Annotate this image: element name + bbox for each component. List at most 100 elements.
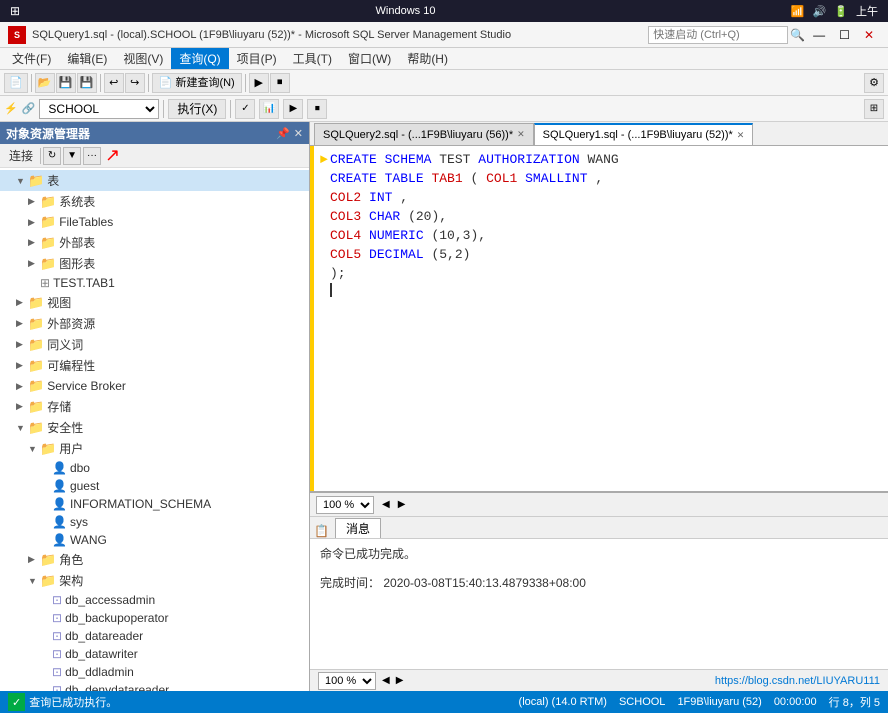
tree-item-db-datareader[interactable]: ⊡ db_datareader [0,627,309,645]
expand-icon-filetables[interactable]: ▶ [28,217,40,228]
tree-item-security[interactable]: ▼ 📁 安全性 [0,417,309,438]
tree-item-external-tables[interactable]: ▶ 📁 外部表 [0,232,309,253]
expand-icon-storage[interactable]: ▶ [16,401,28,412]
tree-item-roles[interactable]: ▶ 📁 角色 [0,549,309,570]
expand-icon-views[interactable]: ▶ [16,297,28,308]
tree-item-graph-tables[interactable]: ▶ 📁 图形表 [0,253,309,274]
tree-item-guest[interactable]: 👤 guest [0,477,309,495]
parse-btn[interactable]: ✓ [235,99,255,119]
tree-item-db-backupoperator[interactable]: ⊡ db_backupoperator [0,609,309,627]
toolbar-extra1[interactable]: ⚙ [864,73,884,93]
new-query-text-btn[interactable]: 📄 新建查询(N) [152,73,242,93]
tree-item-synonyms[interactable]: ▶ 📁 同义词 [0,334,309,355]
tab-sqlquery1-close[interactable]: ✕ [737,130,745,141]
cancel-btn[interactable]: ⏹ [307,99,327,119]
folder-icon-sb: 📁 [28,378,44,394]
expand-icon-ext-resources[interactable]: ▶ [16,318,28,329]
tree-item-storage[interactable]: ▶ 📁 存储 [0,396,309,417]
tree-item-tables[interactable]: ▼ 📁 表 [0,170,309,191]
expand-icon-synonyms[interactable]: ▶ [16,339,28,350]
undo-btn[interactable]: ↩ [104,73,124,93]
explorer-filter-btn[interactable]: ▼ [63,147,81,165]
expand-icon-external[interactable]: ▶ [28,237,40,248]
explorer-more-btn[interactable]: ··· [83,147,101,165]
code-editor[interactable]: ► CREATE SCHEMA TEST AUTHORIZATION WANG … [310,146,888,491]
menu-edit[interactable]: 编辑(E) [59,48,115,69]
result-footer: 100 % ◀ ▶ https://blog.csdn.net/LIUYARU1… [310,669,888,691]
toolbar2-extra1[interactable]: ⊞ [864,99,884,119]
tree-item-test-tab1[interactable]: ⊞ TEST.TAB1 [0,274,309,292]
object-explorer-panel: 对象资源管理器 📌 ✕ 连接 ↻ ▼ ··· ↗ ▼ 📁 表 [0,122,310,691]
tree-item-schemas[interactable]: ▼ 📁 架构 [0,570,309,591]
tree-item-info-schema[interactable]: 👤 INFORMATION_SCHEMA [0,495,309,513]
tree-item-db-ddladmin[interactable]: ⊡ db_ddladmin [0,663,309,681]
editor-zoom-selector[interactable]: 100 % [316,496,374,514]
expand-icon-roles[interactable]: ▶ [28,554,40,565]
folder-icon-ext-resources: 📁 [28,316,44,332]
explorer-pin-icon[interactable]: 📌 [276,127,290,140]
result-zoom-selector[interactable]: 100 % [318,672,376,690]
result-scroll-left[interactable]: ◀ [382,675,390,686]
scroll-right-icon[interactable]: ▶ [398,499,406,510]
win-start-icon[interactable]: ⊞ [10,4,20,18]
open-btn[interactable]: 📂 [35,73,55,93]
menu-help[interactable]: 帮助(H) [399,48,456,69]
guest-label: guest [70,479,99,493]
expand-icon-graph[interactable]: ▶ [28,258,40,269]
expand-icon-sb[interactable]: ▶ [16,381,28,392]
tab-sqlquery2-close[interactable]: ✕ [517,129,525,140]
redo-btn[interactable]: ↪ [125,73,145,93]
tab-sqlquery1[interactable]: SQLQuery1.sql - (...1F9B\liuyaru (52))* … [534,123,754,145]
close-btn[interactable]: ✕ [858,26,880,44]
menu-window[interactable]: 窗口(W) [340,48,399,69]
expand-icon-security[interactable]: ▼ [16,423,28,433]
tree-item-programmability[interactable]: ▶ 📁 可编程性 [0,355,309,376]
scroll-left-icon[interactable]: ◀ [382,499,390,510]
result-scroll-right[interactable]: ▶ [396,675,404,686]
expand-icon-tables[interactable]: ▼ [16,176,28,186]
exec-button[interactable]: 执行(X) [168,99,226,119]
save-btn[interactable]: 💾 [56,73,76,93]
menu-project[interactable]: 项目(P) [229,48,285,69]
tree-item-service-broker[interactable]: ▶ 📁 Service Broker [0,376,309,396]
search-icon[interactable]: 🔍 [790,28,805,42]
menu-view[interactable]: 视图(V) [115,48,171,69]
tree-item-dbo[interactable]: 👤 dbo [0,459,309,477]
tab-sqlquery2[interactable]: SQLQuery2.sql - (...1F9B\liuyaru (56))* … [314,123,534,145]
tree-item-views[interactable]: ▶ 📁 视图 [0,292,309,313]
debug-btn[interactable]: ▶ [249,73,269,93]
expand-icon-users[interactable]: ▼ [28,444,40,454]
save-all-btn[interactable]: 💾 [77,73,97,93]
display-results-btn[interactable]: 📊 [259,99,279,119]
tree-item-sys[interactable]: 👤 sys [0,513,309,531]
stop-btn[interactable]: ⏹ [270,73,290,93]
tree-item-system-tables[interactable]: ▶ 📁 系统表 [0,191,309,212]
maximize-btn[interactable]: ☐ [833,26,856,44]
run-btn[interactable]: ▶ [283,99,303,119]
menu-file[interactable]: 文件(F) [4,48,59,69]
explorer-refresh-btn[interactable]: ↻ [43,147,61,165]
folder-icon-system-tables: 📁 [40,194,56,210]
tree-item-users[interactable]: ▼ 📁 用户 [0,438,309,459]
minimize-btn[interactable]: — [807,26,831,44]
expand-icon-system-tables[interactable]: ▶ [28,196,40,207]
line-content-6: COL5 DECIMAL (5,2) [330,245,470,264]
tree-item-db-denydatareader[interactable]: ⊡ db_denydatareader [0,681,309,691]
tree-item-wang[interactable]: 👤 WANG [0,531,309,549]
connect-label[interactable]: 连接 [4,146,38,165]
result-tab-messages[interactable]: 消息 [335,518,381,538]
tree-item-external-resources[interactable]: ▶ 📁 外部资源 [0,313,309,334]
explorer-close-icon[interactable]: ✕ [294,127,303,140]
roles-label: 角色 [59,551,83,568]
expand-icon-schemas[interactable]: ▼ [28,576,40,586]
menu-tools[interactable]: 工具(T) [285,48,340,69]
db-ddladmin-label: db_ddladmin [65,665,134,679]
tree-item-db-datawriter[interactable]: ⊡ db_datawriter [0,645,309,663]
expand-icon-prog[interactable]: ▶ [16,360,28,371]
tree-item-filetables[interactable]: ▶ 📁 FileTables [0,212,309,232]
quick-search-input[interactable] [648,26,788,44]
tree-item-db-accessadmin[interactable]: ⊡ db_accessadmin [0,591,309,609]
menu-query[interactable]: 查询(Q) [171,48,228,69]
new-query-btn[interactable]: 📄 [4,73,28,93]
db-selector[interactable]: SCHOOL [39,99,159,119]
